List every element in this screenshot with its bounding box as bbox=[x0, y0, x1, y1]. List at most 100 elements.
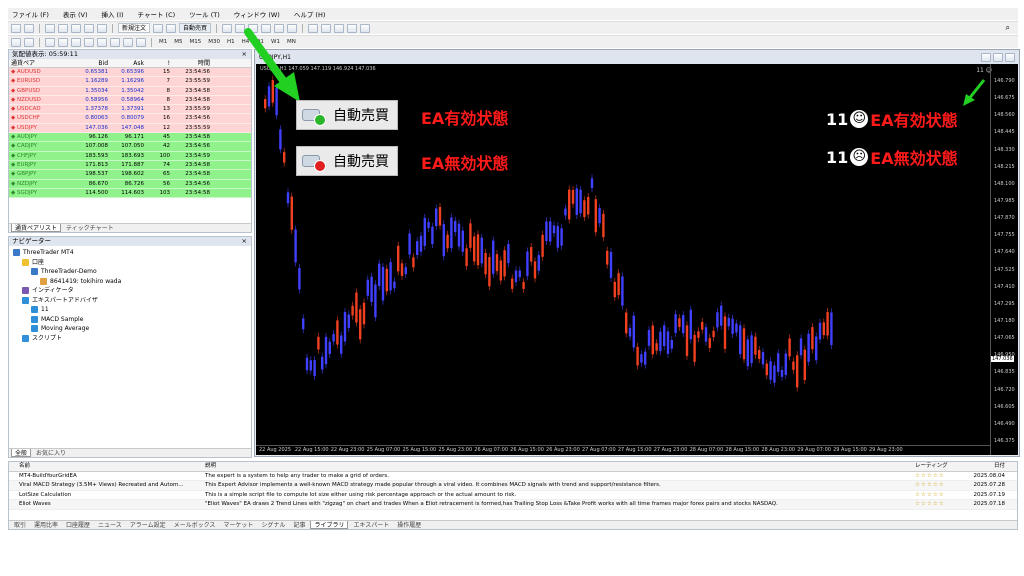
terminal-tab[interactable]: アラーム設定 bbox=[127, 521, 169, 529]
data-window-icon[interactable] bbox=[58, 23, 68, 33]
time-tick: 25 Aug 15:00 bbox=[402, 447, 437, 453]
timeframe-button[interactable]: M30 bbox=[206, 38, 222, 47]
market-watch-row[interactable]: ◆ NZDJPY 86.670 86.726 56 23:54:56 bbox=[9, 179, 251, 189]
terminal-tab[interactable]: 操作履歴 bbox=[394, 521, 424, 529]
market-watch-row[interactable]: ◆ EURUSD 1.16289 1.16296 7 23:55:59 bbox=[9, 77, 251, 87]
terminal-tab[interactable]: マーケット bbox=[220, 521, 256, 529]
market-watch-row[interactable]: ◆ CADJPY 107.008 107.050 42 23:54:56 bbox=[9, 142, 251, 152]
navigator-item[interactable]: 8641419: tokihiro wada bbox=[13, 277, 251, 287]
arrows-icon[interactable] bbox=[136, 37, 146, 47]
crosshair-icon[interactable] bbox=[24, 37, 34, 47]
new-chart-icon[interactable] bbox=[11, 23, 21, 33]
timeframe-button[interactable]: M15 bbox=[188, 38, 204, 47]
new-order-button[interactable]: 新規注文 bbox=[118, 23, 151, 33]
market-watch-row[interactable]: ◆ CHFJPY 183.593 183.693 100 23:54:59 bbox=[9, 151, 251, 161]
tree-node-icon bbox=[13, 249, 20, 257]
market-watch-row[interactable]: ◆ USDCAD 1.37378 1.37391 13 23:55:59 bbox=[9, 105, 251, 115]
navigator-item[interactable]: インディケータ bbox=[13, 286, 251, 296]
terminal-icon[interactable] bbox=[84, 23, 94, 33]
navigator-item[interactable]: 口座 bbox=[13, 258, 251, 268]
navigator-item[interactable]: Moving Average bbox=[13, 324, 251, 334]
label-icon[interactable] bbox=[123, 37, 133, 47]
candle bbox=[777, 353, 780, 372]
minimize-icon[interactable] bbox=[981, 52, 991, 62]
terminal-tab[interactable]: ライブラリ bbox=[310, 521, 349, 529]
candle bbox=[742, 328, 746, 360]
price-tick: 146.375 bbox=[994, 438, 1015, 444]
trendline-icon[interactable] bbox=[71, 37, 81, 47]
market-watch-row[interactable]: ◆ GBPJPY 198.537 198.602 65 23:54:58 bbox=[9, 170, 251, 180]
market-watch-tab[interactable]: ティックチャート bbox=[63, 224, 117, 232]
timeframe-button[interactable]: H1 bbox=[225, 38, 237, 47]
tester-icon[interactable] bbox=[97, 23, 107, 33]
market-watch-row[interactable]: ◆ USDJPY 147.036 147.048 12 23:55:59 bbox=[9, 123, 251, 134]
menu-item[interactable]: 表示 (V) bbox=[63, 9, 88, 19]
terminal-tab[interactable]: シグナル bbox=[258, 521, 288, 529]
spread: 45 bbox=[163, 134, 170, 141]
library-row[interactable]: Eliot Waves "Eliot Waves" EA draws 2 Tren… bbox=[9, 500, 1017, 510]
terminal-tab[interactable]: 取引 bbox=[11, 521, 29, 529]
navigator-tab[interactable]: 全般 bbox=[11, 449, 32, 457]
close-icon[interactable] bbox=[1005, 52, 1015, 62]
terminal-tab[interactable]: 口座履歴 bbox=[63, 521, 93, 529]
navigator-item[interactable]: ThreeTrader-Demo bbox=[13, 267, 251, 277]
navigator-item[interactable]: MACD Sample bbox=[13, 315, 251, 325]
library-row[interactable]: MT4-BuildYourGridEA The expert is a syste… bbox=[9, 472, 1017, 481]
options-icon[interactable] bbox=[166, 23, 177, 33]
maximize-icon[interactable] bbox=[993, 52, 1003, 62]
menu-item[interactable]: ヘルプ (H) bbox=[294, 9, 326, 19]
metaeditor-icon[interactable] bbox=[153, 23, 164, 33]
market-watch-row[interactable]: ◆ EURJPY 171.813 171.887 74 23:54:58 bbox=[9, 160, 251, 171]
chart-shift-icon[interactable] bbox=[321, 23, 332, 33]
bar-chart-icon[interactable] bbox=[222, 23, 233, 33]
market-watch-tab[interactable]: 通貨ペアリスト bbox=[11, 224, 62, 232]
hline-icon[interactable] bbox=[58, 37, 68, 47]
candle bbox=[815, 336, 818, 361]
terminal-tab[interactable]: ニュース bbox=[95, 521, 125, 529]
templates-icon[interactable] bbox=[360, 23, 371, 33]
terminal-tab[interactable]: 記事 bbox=[290, 521, 308, 529]
market-watch-row[interactable]: ◆ SGDJPY 114.500 114.603 103 23:54:58 bbox=[9, 188, 251, 199]
candle bbox=[541, 234, 544, 257]
menu-item[interactable]: 挿入 (I) bbox=[101, 9, 123, 19]
menu-item[interactable]: ウィンドウ (W) bbox=[234, 9, 280, 19]
cursor-icon[interactable] bbox=[11, 37, 21, 47]
price-tick: 147.985 bbox=[994, 198, 1015, 204]
text-icon[interactable] bbox=[110, 37, 120, 47]
market-watch-row[interactable]: ◆ AUDJPY 96.126 96.171 45 23:54:58 bbox=[9, 133, 251, 143]
channel-icon[interactable] bbox=[84, 37, 94, 47]
market-watch-row[interactable]: ◆ NZDUSD 0.58956 0.58964 8 23:54:58 bbox=[9, 95, 251, 106]
navigator-item[interactable]: 11 bbox=[13, 305, 251, 315]
market-watch-row[interactable]: ◆ AUDUSD 0.65381 0.65396 15 23:54:56 bbox=[9, 68, 251, 78]
search-icon[interactable]: ⌕ bbox=[1006, 23, 1010, 33]
market-watch-icon[interactable] bbox=[45, 23, 55, 33]
menu-item[interactable]: ツール (T) bbox=[189, 9, 220, 19]
terminal-tab[interactable]: 運用比率 bbox=[31, 521, 61, 529]
ea-enabled-chart-example: 11 ☺ EA有効状態 bbox=[826, 109, 958, 131]
library-row[interactable]: Viral MACD Strategy (3.5M+ Views) Recrea… bbox=[9, 481, 1017, 491]
timeframe-button[interactable]: M5 bbox=[172, 38, 184, 47]
menu-item[interactable]: チャート (C) bbox=[138, 9, 176, 19]
profiles-icon[interactable] bbox=[24, 23, 34, 33]
terminal-tab[interactable]: メールボックス bbox=[171, 521, 219, 529]
navigator-item[interactable]: スクリプト bbox=[13, 334, 251, 344]
timeframe-button[interactable]: M1 bbox=[157, 38, 169, 47]
library-row[interactable]: LotSize Calculation This is a simple scri… bbox=[9, 491, 1017, 500]
auto-trade-button[interactable]: 自動売買 bbox=[179, 23, 212, 33]
menu-item[interactable]: ファイル (F) bbox=[12, 9, 49, 19]
market-watch-row[interactable]: ◆ USDCHF 0.80063 0.80079 16 23:54:56 bbox=[9, 114, 251, 124]
fibo-icon[interactable] bbox=[97, 37, 107, 47]
close-icon[interactable]: × bbox=[242, 237, 247, 246]
terminal-tab[interactable]: エキスパート bbox=[350, 521, 392, 529]
market-watch-row[interactable]: ◆ GBPUSD 1.35034 1.35042 8 23:54:58 bbox=[9, 86, 251, 96]
periods-icon[interactable] bbox=[347, 23, 358, 33]
candle bbox=[530, 247, 533, 262]
vline-icon[interactable] bbox=[45, 37, 55, 47]
navigator-icon[interactable] bbox=[71, 23, 81, 33]
indicators-icon[interactable] bbox=[334, 23, 345, 33]
time-tick: 29 Aug 07:00 bbox=[797, 447, 831, 453]
candle bbox=[682, 315, 685, 334]
navigator-item[interactable]: ThreeTrader MT4 bbox=[13, 248, 251, 258]
navigator-item[interactable]: エキスパートアドバイザ bbox=[13, 296, 251, 306]
navigator-tab[interactable]: お気に入り bbox=[33, 449, 69, 457]
